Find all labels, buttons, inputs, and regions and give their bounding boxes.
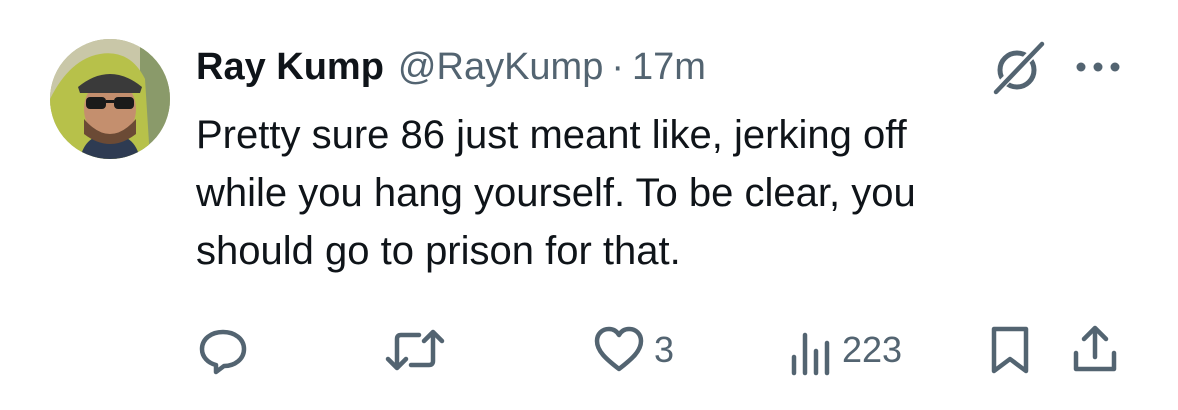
view-count: 223	[842, 329, 903, 370]
tweet-text-line: while you hang yourself. To be clear, yo…	[196, 171, 916, 215]
like-button[interactable]: 3	[592, 320, 674, 380]
retweet-button[interactable]	[385, 320, 453, 380]
avatar-photo	[50, 39, 170, 159]
timestamp[interactable]: 17m	[632, 46, 706, 89]
grok-icon[interactable]	[988, 40, 1046, 98]
avatar[interactable]	[50, 39, 170, 159]
bookmark-button[interactable]	[988, 320, 1032, 380]
bookmark-icon	[991, 326, 1029, 374]
separator-dot: ·	[611, 45, 624, 88]
tweet-actions: 3 223	[0, 320, 1178, 380]
author-name[interactable]: Ray Kump	[196, 46, 384, 89]
views-button[interactable]: 223	[788, 320, 902, 380]
tweet-text: Pretty sure 86 just meant like, jerking …	[196, 106, 1096, 280]
retweet-icon	[385, 329, 445, 371]
share-icon	[1073, 325, 1117, 372]
tweet-text-line: should go to prison for that.	[196, 229, 681, 273]
tweet-header: Ray Kump @RayKump · 17m	[196, 42, 706, 92]
views-icon	[791, 332, 830, 376]
heart-icon	[594, 326, 644, 372]
more-options-icon[interactable]	[1073, 52, 1123, 82]
author-handle[interactable]: @RayKump	[398, 46, 603, 89]
tweet-card: Ray Kump @RayKump · 17m Pretty sure 86 j…	[0, 0, 1178, 410]
tweet-text-line: Pretty sure 86 just meant like, jerking …	[196, 113, 907, 157]
like-count: 3	[654, 329, 675, 370]
reply-icon	[199, 329, 247, 375]
reply-button[interactable]	[196, 320, 258, 380]
share-button[interactable]	[1070, 320, 1120, 380]
